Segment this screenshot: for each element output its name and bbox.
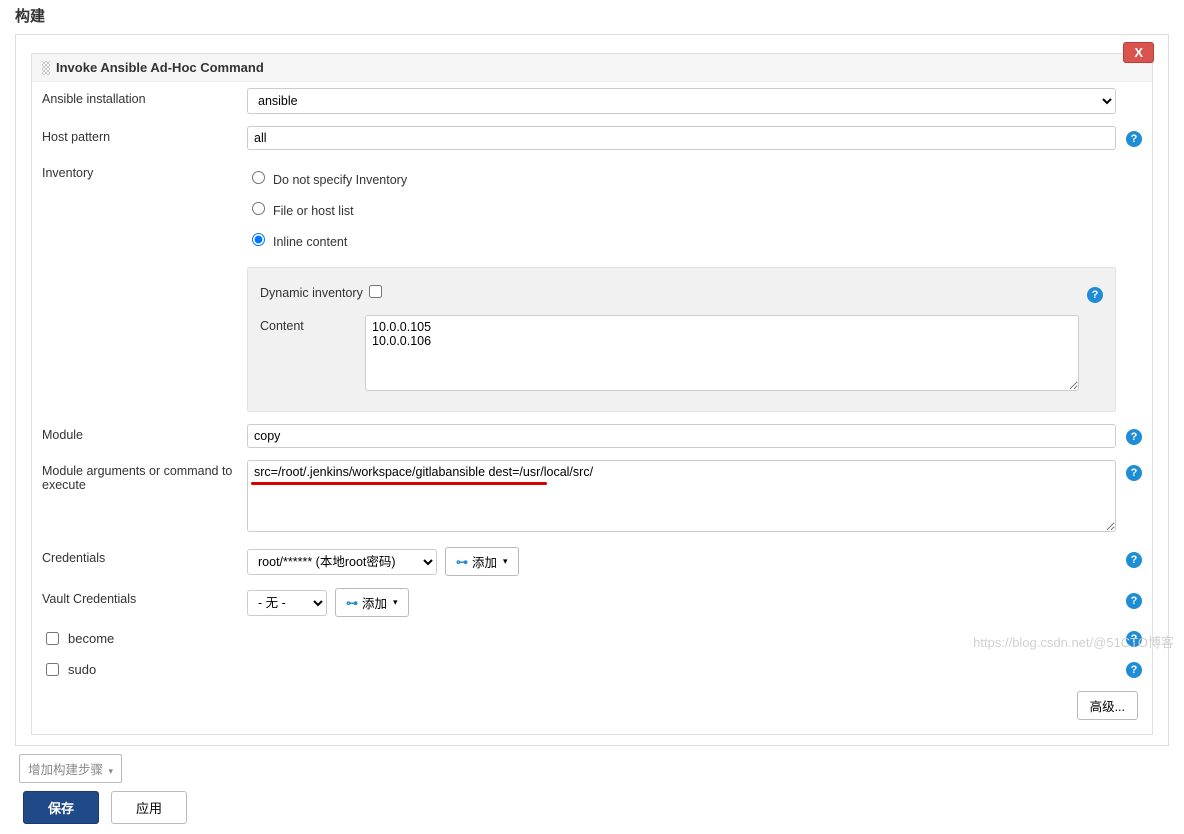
label-dynamic-inventory: Dynamic inventory <box>260 282 365 300</box>
label-module-args: Module arguments or command to execute <box>42 460 247 492</box>
inline-content-panel: Dynamic inventory ? Content <box>247 267 1116 412</box>
help-icon[interactable]: ? <box>1126 465 1142 481</box>
help-icon[interactable]: ? <box>1126 429 1142 445</box>
ansible-installation-select[interactable]: ansible <box>247 88 1116 114</box>
label-ansible-installation: Ansible installation <box>42 88 247 106</box>
add-build-step-button[interactable]: 增加构建步骤 ▾ <box>19 754 122 783</box>
label-content: Content <box>260 315 365 333</box>
help-icon[interactable]: ? <box>1126 131 1142 147</box>
key-icon: ⊶ <box>456 555 468 569</box>
inventory-radio-none[interactable]: Do not specify Inventory <box>247 162 1116 193</box>
label-sudo: sudo <box>68 662 96 677</box>
module-input[interactable] <box>247 424 1116 448</box>
become-checkbox[interactable] <box>46 632 59 645</box>
sudo-checkbox[interactable] <box>46 663 59 676</box>
label-host-pattern: Host pattern <box>42 126 247 144</box>
label-inventory: Inventory <box>42 162 247 180</box>
help-icon[interactable]: ? <box>1087 287 1103 303</box>
advanced-button[interactable]: 高级... <box>1077 691 1138 720</box>
add-vault-credentials-button[interactable]: ⊶ 添加 ▾ <box>335 588 409 617</box>
host-pattern-input[interactable] <box>247 126 1116 150</box>
label-vault-credentials: Vault Credentials <box>42 588 247 606</box>
vault-credentials-select[interactable]: - 无 - <box>247 590 327 616</box>
module-args-textarea[interactable] <box>247 460 1116 532</box>
help-icon[interactable]: ? <box>1126 631 1142 647</box>
inventory-radio-group: Do not specify Inventory File or host li… <box>247 162 1116 255</box>
content-textarea[interactable] <box>365 315 1079 391</box>
apply-button[interactable]: 应用 <box>111 791 187 824</box>
step-title: Invoke Ansible Ad-Hoc Command <box>56 60 264 75</box>
help-icon[interactable]: ? <box>1126 552 1142 568</box>
inventory-radio-file[interactable]: File or host list <box>247 193 1116 224</box>
key-icon: ⊶ <box>346 596 358 610</box>
add-credentials-button[interactable]: ⊶ 添加 ▾ <box>445 547 519 576</box>
help-icon[interactable]: ? <box>1126 593 1142 609</box>
label-credentials: Credentials <box>42 547 247 565</box>
build-section: X Invoke Ansible Ad-Hoc Command Ansible … <box>15 34 1169 746</box>
caret-down-icon: ▾ <box>393 597 398 608</box>
credentials-select[interactable]: root/****** (本地root密码) <box>247 549 437 575</box>
drag-handle-icon[interactable] <box>42 61 50 75</box>
caret-down-icon: ▾ <box>503 556 508 567</box>
inventory-radio-inline[interactable]: Inline content <box>247 224 1116 255</box>
save-button[interactable]: 保存 <box>23 791 99 824</box>
delete-step-button[interactable]: X <box>1123 42 1154 63</box>
step-header: Invoke Ansible Ad-Hoc Command <box>32 54 1152 82</box>
caret-down-icon: ▾ <box>109 766 114 776</box>
build-step: X Invoke Ansible Ad-Hoc Command Ansible … <box>31 53 1153 735</box>
section-title: 构建 <box>15 0 1169 34</box>
label-become: become <box>68 631 114 646</box>
label-module: Module <box>42 424 247 442</box>
help-icon[interactable]: ? <box>1126 662 1142 678</box>
dynamic-inventory-checkbox[interactable] <box>369 285 382 298</box>
